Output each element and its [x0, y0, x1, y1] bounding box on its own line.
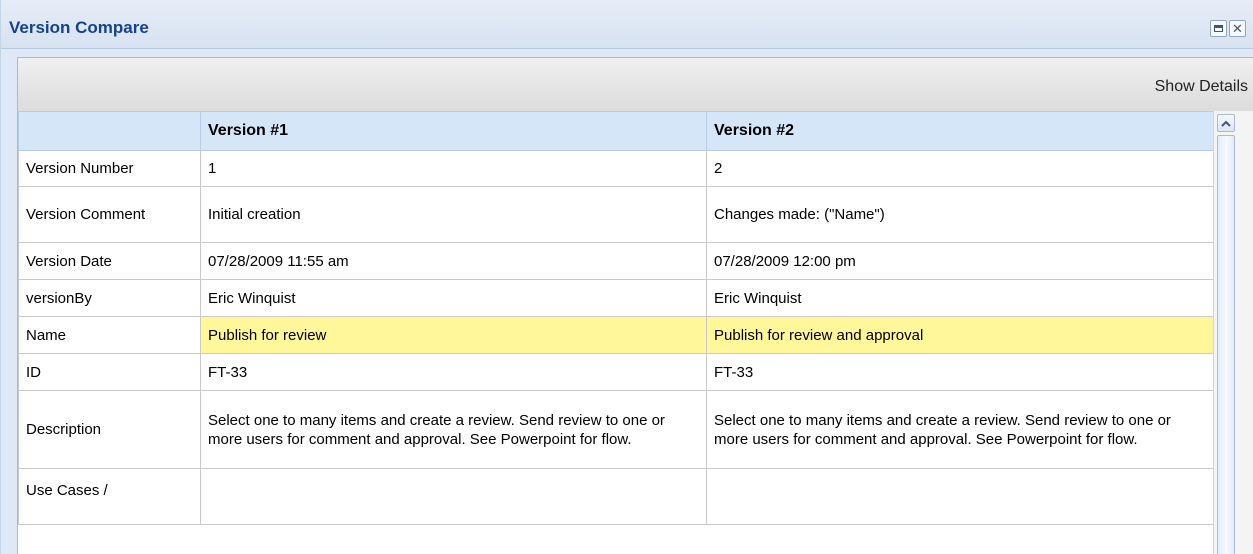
version-2-value: 07/28/2009 12:00 pm [706, 242, 1213, 280]
table-row: Version Comment Initial creation Changes… [18, 186, 1213, 243]
row-label: Name [18, 316, 201, 354]
row-label: versionBy [18, 279, 201, 317]
version-2-value: 2 [706, 150, 1213, 187]
table-row: ID FT-33 FT-33 [18, 353, 1213, 391]
table-row: versionBy Eric Winquist Eric Winquist [18, 279, 1213, 317]
compare-grid: Version #1 Version #2 Version Number 1 2… [18, 111, 1213, 554]
show-details-button[interactable]: Show Details [1155, 78, 1248, 96]
version-2-value: Eric Winquist [706, 279, 1213, 317]
column-header-version-1: Version #1 [200, 111, 707, 151]
version-2-value: Changes made: ("Name") [706, 186, 1213, 243]
version-2-value: Select one to many items and create a re… [706, 390, 1213, 469]
panel-header: Version Compare ✕ [1, 0, 1253, 49]
row-label: Version Number [18, 150, 201, 187]
version-2-value: Publish for review and approval [706, 316, 1213, 354]
version-1-value: Initial creation [200, 186, 707, 243]
version-1-value: 07/28/2009 11:55 am [200, 242, 707, 280]
version-1-value: 1 [200, 150, 707, 187]
compare-table: Version #1 Version #2 Version Number 1 2… [18, 111, 1213, 525]
table-row: Version Date 07/28/2009 11:55 am 07/28/2… [18, 242, 1213, 280]
vertical-scrollbar[interactable] [1213, 111, 1253, 554]
version-1-value: FT-33 [200, 353, 707, 391]
row-label: Version Comment [18, 186, 201, 243]
compare-frame: Show Details Version #1 Version #2 Versi… [17, 57, 1253, 554]
table-row-changed: Name Publish for review Publish for revi… [18, 316, 1213, 354]
header-row: Version #1 Version #2 [18, 111, 1213, 151]
version-1-value [200, 468, 707, 525]
scrollbar-thumb[interactable] [1217, 135, 1235, 554]
version-1-value: Eric Winquist [200, 279, 707, 317]
row-label: Version Date [18, 242, 201, 280]
row-label: Use Cases / [18, 468, 201, 525]
table-row: Use Cases / [18, 468, 1213, 525]
row-label: Description [18, 390, 201, 469]
column-header-version-2: Version #2 [706, 111, 1213, 151]
version-compare-panel: Version Compare ✕ Show Details Version #… [0, 0, 1253, 554]
scroll-up-icon[interactable] [1217, 114, 1235, 132]
table-row: Description Select one to many items and… [18, 390, 1213, 469]
panel-title: Version Compare [9, 18, 149, 37]
toolbar: Show Details [18, 58, 1253, 112]
table-row: Version Number 1 2 [18, 150, 1213, 187]
version-1-value: Publish for review [200, 316, 707, 354]
row-label: ID [18, 353, 201, 391]
version-1-value: Select one to many items and create a re… [200, 390, 707, 469]
close-icon[interactable]: ✕ [1229, 20, 1246, 37]
version-2-value: FT-33 [706, 353, 1213, 391]
column-header-field [18, 111, 201, 151]
maximize-icon[interactable] [1210, 20, 1227, 37]
version-2-value [706, 468, 1213, 525]
